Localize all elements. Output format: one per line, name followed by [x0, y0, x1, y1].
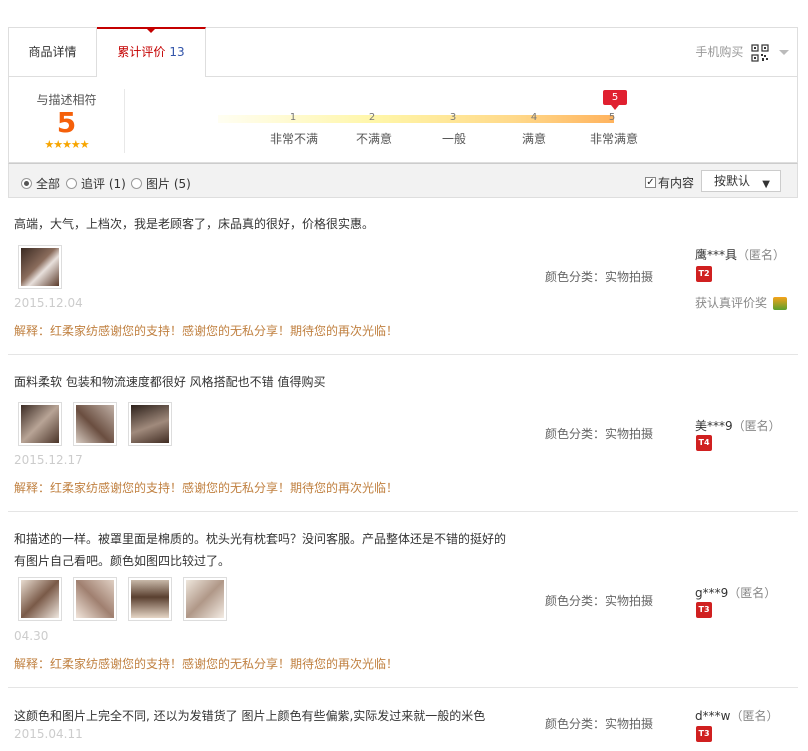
- tab-product-detail[interactable]: 商品详情: [9, 28, 97, 76]
- anonymous-tag: （匿名）: [730, 709, 779, 723]
- filter-followup-radio[interactable]: 追评 (1): [66, 175, 126, 192]
- filter-all-label: 全部: [36, 177, 61, 191]
- qr-code-icon: [751, 43, 770, 62]
- radio-icon: [131, 178, 142, 189]
- review-item: 和描述的一样。被罩里面是棉质的。枕头光有枕套吗？没问客服。产品整体还是不错的挺好…: [8, 512, 798, 688]
- scale-number: 3: [449, 112, 457, 123]
- tab-reviews-label: 累计评价: [117, 45, 166, 59]
- review-photos: [18, 577, 238, 621]
- reviewer-name[interactable]: d***w（匿名）: [695, 707, 778, 724]
- review-photo-thumbnail[interactable]: [128, 577, 172, 621]
- reviewer-username: 鹰***具: [695, 248, 738, 262]
- user-level-badge-icon: T4: [696, 435, 712, 451]
- review-date: 2015.04.11: [14, 727, 83, 741]
- award-text: 获认真评价奖: [695, 296, 768, 310]
- color-category: 颜色分类：实物拍摄: [545, 717, 654, 731]
- review-photo-thumbnail[interactable]: [73, 402, 117, 446]
- color-category: 颜色分类：实物拍摄: [545, 594, 654, 608]
- radio-selected-icon: [21, 178, 32, 189]
- review-date: 04.30: [14, 629, 49, 643]
- scale-label: 不满意: [355, 132, 392, 146]
- reviewer-username: 美***9: [695, 419, 733, 433]
- chevron-down-icon: [779, 50, 789, 55]
- checkmark-icon: ✓: [645, 177, 656, 188]
- user-level-badge-icon: T2: [696, 266, 712, 282]
- reviewer-name[interactable]: 鹰***具（匿名）: [695, 246, 785, 263]
- review-text: 和描述的一样。被罩里面是棉质的。枕头光有枕套吗？没问客服。产品整体还是不错的挺好…: [14, 532, 507, 568]
- filter-pictures-label: 图片 (5): [146, 177, 191, 191]
- radio-icon: [66, 178, 77, 189]
- review-photo-thumbnail[interactable]: [18, 245, 62, 289]
- review-text: 面料柔软 包装和物流速度都很好 风格搭配也不错 值得购买: [14, 375, 326, 389]
- review-photo-thumbnail[interactable]: [73, 577, 117, 621]
- scale-label: 非常不满: [269, 132, 318, 146]
- review-item: 面料柔软 包装和物流速度都很好 风格搭配也不错 值得购买 2015.12.17 …: [8, 355, 798, 512]
- reviewer-name[interactable]: 美***9（匿名）: [695, 417, 781, 434]
- active-tab-caret: [145, 27, 157, 33]
- anonymous-tag: （匿名）: [732, 419, 781, 433]
- anonymous-tag: （匿名）: [737, 248, 786, 262]
- sort-dropdown[interactable]: 按默认 ▼: [701, 170, 781, 192]
- tab-bar: 商品详情 累计评价 13 手机购买: [8, 27, 798, 77]
- rating-scale-bar: [218, 115, 614, 123]
- reviewer-username: g***9: [695, 586, 729, 600]
- review-date: 2015.12.04: [14, 296, 83, 310]
- review-filter-bar: 全部 追评 (1) 图片 (5) ✓ 有内容 按默认 ▼: [8, 163, 798, 198]
- scale-number: 1: [289, 112, 297, 123]
- review-item: 高端，大气，上档次，我是老顾客了，床品真的很好，价格很实惠。 2015.12.0…: [8, 198, 798, 355]
- review-photo-thumbnail[interactable]: [183, 577, 227, 621]
- anonymous-tag: （匿名）: [728, 586, 777, 600]
- scale-label: 一般: [441, 132, 466, 146]
- user-level-badge-icon: T3: [696, 726, 712, 742]
- has-content-label: 有内容: [658, 176, 695, 190]
- rating-score-panel: 与描述相符 5 ★★★★★: [9, 89, 125, 153]
- tab-reviews-count: 13: [169, 45, 185, 59]
- user-level-badge-icon: T3: [696, 602, 712, 618]
- reviewer-username: d***w: [695, 709, 731, 723]
- gift-icon: [773, 297, 788, 310]
- award-label: 获认真评价奖: [695, 294, 788, 311]
- filter-pictures-radio[interactable]: 图片 (5): [131, 175, 191, 192]
- review-item: 这颜色和图片上完全不同, 还以为发错货了 图片上颜色有些偏紫,实际发过来就一般的…: [8, 688, 798, 751]
- tab-reviews[interactable]: 累计评价 13: [97, 27, 206, 77]
- filter-followup-label: 追评 (1): [81, 177, 126, 191]
- seller-reply: 解释：红柔家纺感谢您的支持！感谢您的无私分享！期待您的再次光临！: [14, 481, 399, 495]
- review-text: 高端，大气，上档次，我是老顾客了，床品真的很好，价格很实惠。: [14, 217, 375, 231]
- rating-score: 5: [56, 106, 77, 139]
- has-content-checkbox[interactable]: ✓ 有内容: [645, 174, 694, 191]
- chevron-down-icon: ▼: [762, 179, 770, 190]
- sort-dropdown-value: 按默认: [714, 174, 751, 188]
- seller-reply: 解释：红柔家纺感谢您的支持！感谢您的无私分享！期待您的再次光临！: [14, 657, 399, 671]
- rating-marker: 5: [603, 90, 627, 110]
- color-category: 颜色分类：实物拍摄: [545, 427, 654, 441]
- review-date: 2015.12.17: [14, 453, 83, 467]
- mobile-purchase-label: 手机购买: [695, 45, 744, 59]
- mobile-purchase[interactable]: 手机购买: [695, 28, 789, 76]
- review-photos: [18, 245, 73, 289]
- color-category: 颜色分类：实物拍摄: [545, 270, 654, 284]
- scale-label: 满意: [521, 132, 546, 146]
- scale-number: 5: [608, 112, 616, 123]
- review-text: 这颜色和图片上完全不同, 还以为发错货了 图片上颜色有些偏紫,实际发过来就一般的…: [14, 709, 486, 723]
- review-photo-thumbnail[interactable]: [128, 402, 172, 446]
- review-photos: [18, 402, 183, 446]
- filter-all-radio[interactable]: 全部: [21, 175, 60, 192]
- star-rating-icon: ★★★★★: [44, 138, 89, 151]
- scale-label: 非常满意: [589, 132, 638, 146]
- seller-reply: 解释：红柔家纺感谢您的支持！感谢您的无私分享！期待您的再次光临！: [14, 324, 399, 338]
- review-photo-thumbnail[interactable]: [18, 577, 62, 621]
- reviewer-name[interactable]: g***9（匿名）: [695, 584, 776, 601]
- scale-number: 2: [368, 112, 376, 123]
- scale-number: 4: [530, 112, 538, 123]
- review-photo-thumbnail[interactable]: [18, 402, 62, 446]
